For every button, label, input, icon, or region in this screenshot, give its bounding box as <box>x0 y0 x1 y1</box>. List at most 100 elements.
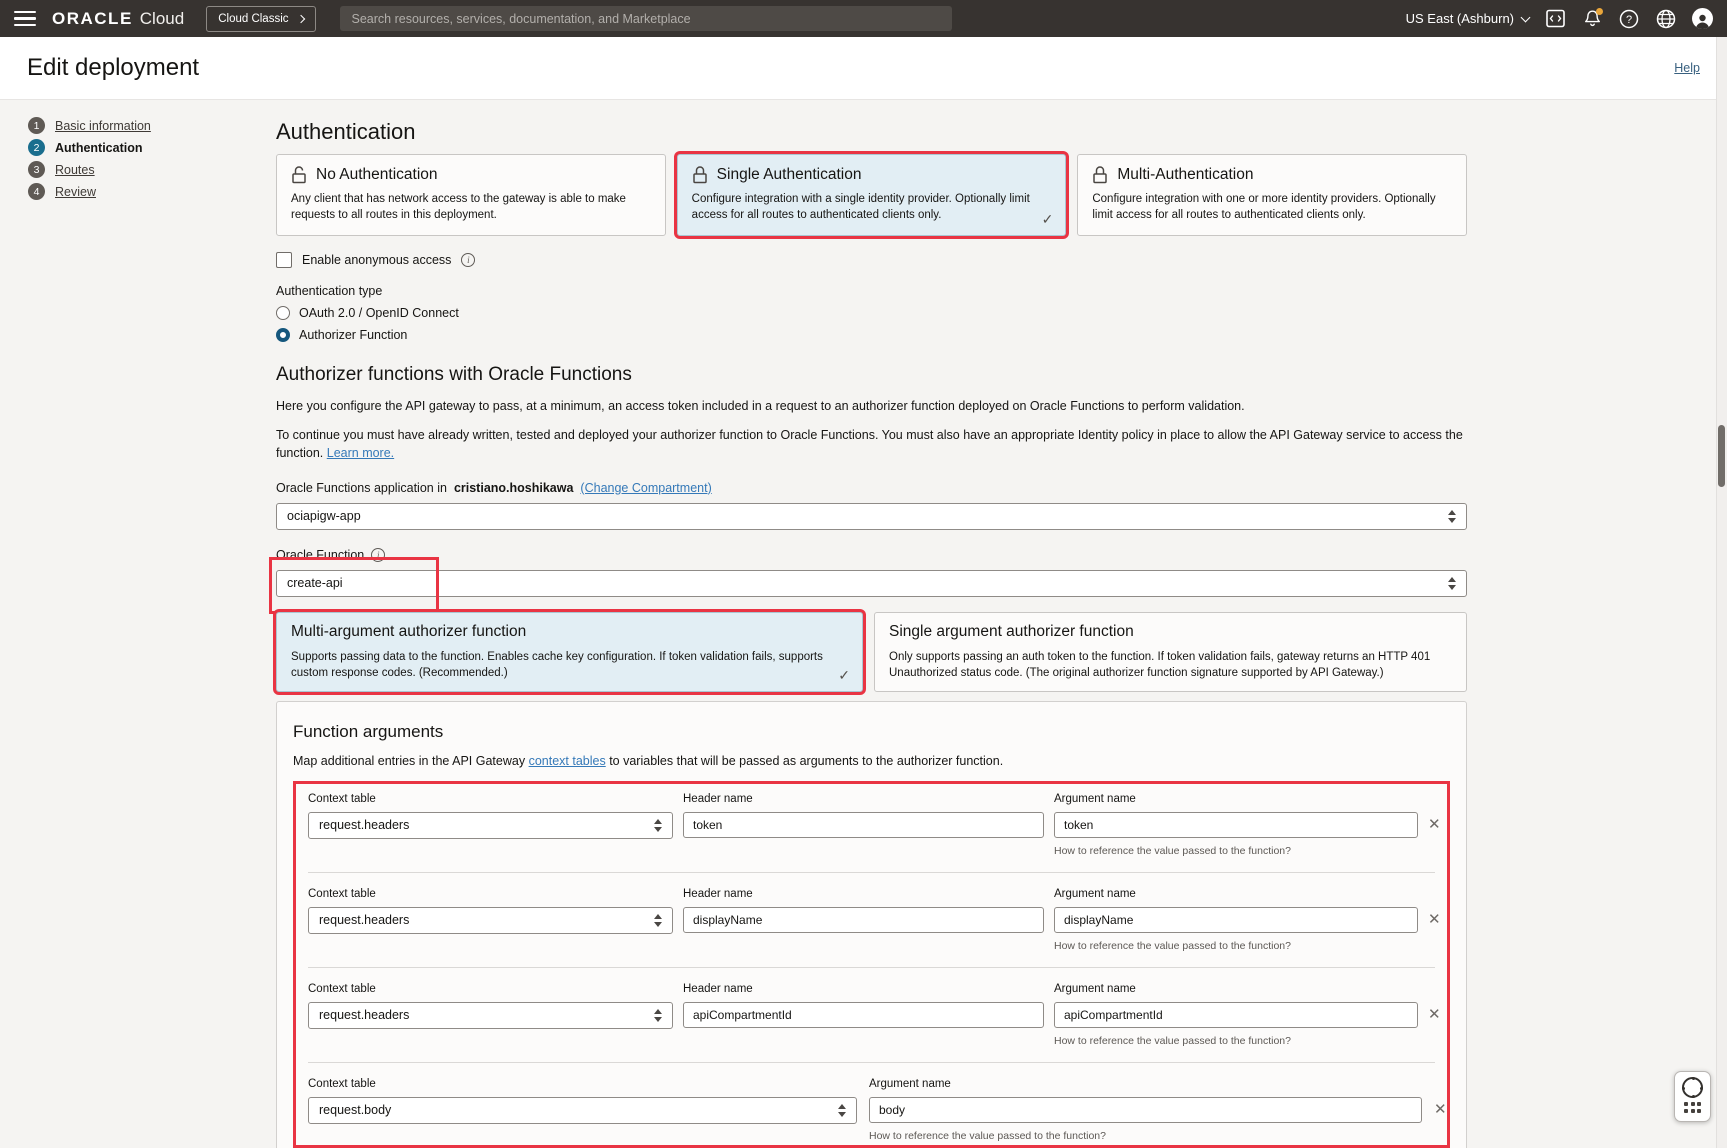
brand-cloud: Cloud <box>140 9 184 29</box>
function-arguments-panel: Function arguments Map additional entrie… <box>276 701 1467 1148</box>
step-routes[interactable]: 3 Routes <box>28 161 151 178</box>
argument-row: Context table request.headers Header nam… <box>308 793 1435 857</box>
step-number: 3 <box>28 161 45 178</box>
learn-more-link[interactable]: Learn more. <box>327 446 394 460</box>
anonymous-access-row: Enable anonymous access i <box>276 252 1467 268</box>
card-description: Only supports passing an auth token to t… <box>889 649 1452 681</box>
card-title: Single Authentication <box>717 166 862 184</box>
help-link[interactable]: Help <box>1674 61 1700 75</box>
context-table-value: request.headers <box>319 1008 654 1022</box>
oracle-function-group: Oracle Function i create-api <box>276 548 1467 597</box>
select-updown-icon <box>654 1009 662 1022</box>
assistant-widget[interactable] <box>1674 1071 1711 1122</box>
hamburger-menu-icon[interactable] <box>14 11 36 27</box>
context-table-select[interactable]: request.headers <box>308 812 673 839</box>
argument-helper-text: How to reference the value passed to the… <box>869 1130 1422 1142</box>
scrollbar-track[interactable] <box>1716 37 1727 1148</box>
brand-oracle: ORACLE <box>52 9 133 29</box>
select-updown-icon <box>654 914 662 927</box>
application-select[interactable]: ociapigw-app <box>276 503 1467 530</box>
paragraph-text: To continue you must have already writte… <box>276 428 1463 460</box>
argument-row-body: Context table request.body Argument name… <box>308 1078 1435 1142</box>
lock-open-icon <box>291 166 307 184</box>
intro-text: to variables that will be passed as argu… <box>609 754 1003 768</box>
step-basic-information[interactable]: 1 Basic information <box>28 117 151 134</box>
radio-selected-icon <box>276 328 290 342</box>
header-name-input[interactable] <box>693 913 1034 927</box>
context-tables-link[interactable]: context tables <box>529 754 606 768</box>
globe-language-icon[interactable] <box>1655 8 1677 30</box>
card-multi-authentication[interactable]: Multi-Authentication Configure integrati… <box>1077 154 1467 236</box>
card-description: Configure integration with a single iden… <box>692 191 1052 223</box>
header-name-input[interactable] <box>693 1008 1034 1022</box>
cloud-classic-button[interactable]: Cloud Classic <box>206 6 315 32</box>
cloud-classic-label: Cloud Classic <box>218 13 288 25</box>
argument-row: Context table request.headers Header nam… <box>308 983 1435 1047</box>
argument-name-input[interactable] <box>1064 913 1408 927</box>
user-avatar-icon[interactable] <box>1692 8 1713 29</box>
radio-oauth[interactable]: OAuth 2.0 / OpenID Connect <box>276 306 1467 320</box>
argument-name-input[interactable] <box>879 1103 1412 1117</box>
remove-argument-icon[interactable]: ✕ <box>1428 1007 1441 1022</box>
card-description: Supports passing data to the function. E… <box>291 649 848 681</box>
main-panel: Authentication No Authentication Any cli… <box>276 100 1467 1148</box>
step-label: Routes <box>55 163 95 177</box>
row-divider <box>308 872 1435 873</box>
context-table-label: Context table <box>308 1078 857 1090</box>
oracle-cloud-logo[interactable]: ORACLE Cloud <box>52 9 184 29</box>
radio-authorizer-function[interactable]: Authorizer Function <box>276 328 1467 342</box>
auth-cards-row: No Authentication Any client that has ne… <box>276 154 1467 236</box>
search-input[interactable] <box>340 6 952 31</box>
step-review[interactable]: 4 Review <box>28 183 151 200</box>
header-name-label: Header name <box>683 888 1044 900</box>
anonymous-access-checkbox[interactable] <box>276 252 292 268</box>
authorizer-heading: Authorizer functions with Oracle Functio… <box>276 364 1467 386</box>
oracle-function-label: Oracle Function <box>276 548 364 562</box>
oracle-cloud-console: ORACLE Cloud Cloud Classic US East (Ashb… <box>0 0 1727 1148</box>
wizard-steps: 1 Basic information 2 Authentication 3 R… <box>28 117 151 200</box>
section-heading-authentication: Authentication <box>276 118 1467 145</box>
context-table-label: Context table <box>308 888 673 900</box>
topbar: ORACLE Cloud Cloud Classic US East (Ashb… <box>0 0 1727 37</box>
step-label: Review <box>55 185 96 199</box>
context-table-select[interactable]: request.headers <box>308 1002 673 1029</box>
card-multi-argument[interactable]: Multi-argument authorizer function Suppo… <box>276 612 863 692</box>
header-name-label: Header name <box>683 793 1044 805</box>
info-icon[interactable]: i <box>371 548 385 562</box>
cloud-shell-icon[interactable] <box>1544 8 1566 30</box>
oracle-function-select-value: create-api <box>287 576 1448 590</box>
authorizer-paragraph-1: Here you configure the API gateway to pa… <box>276 397 1467 415</box>
change-compartment-link[interactable]: (Change Compartment) <box>580 481 711 495</box>
card-single-argument[interactable]: Single argument authorizer function Only… <box>874 612 1467 692</box>
application-select-value: ociapigw-app <box>287 509 1448 523</box>
region-selector[interactable]: US East (Ashburn) <box>1406 11 1529 26</box>
context-table-select[interactable]: request.headers <box>308 907 673 934</box>
remove-argument-icon[interactable]: ✕ <box>1428 912 1441 927</box>
notifications-bell-icon[interactable] <box>1581 8 1603 30</box>
authorizer-mode-row: Multi-argument authorizer function Suppo… <box>276 612 1467 692</box>
radio-label: Authorizer Function <box>299 328 407 342</box>
argument-name-input[interactable] <box>1064 1008 1408 1022</box>
remove-argument-icon[interactable]: ✕ <box>1434 1102 1447 1117</box>
context-table-label: Context table <box>308 983 673 995</box>
authorizer-paragraph-2: To continue you must have already writte… <box>276 426 1467 462</box>
header-name-input[interactable] <box>693 818 1034 832</box>
argument-name-input[interactable] <box>1064 818 1408 832</box>
step-authentication[interactable]: 2 Authentication <box>28 139 151 156</box>
card-no-authentication[interactable]: No Authentication Any client that has ne… <box>276 154 666 236</box>
help-icon[interactable]: ? <box>1618 8 1640 30</box>
chevron-down-icon <box>1521 12 1531 22</box>
card-single-authentication[interactable]: Single Authentication Configure integrat… <box>677 154 1067 236</box>
card-title: Single argument authorizer function <box>889 623 1452 641</box>
select-updown-icon <box>654 819 662 832</box>
lock-closed-icon <box>1092 166 1108 184</box>
remove-argument-icon[interactable]: ✕ <box>1428 817 1441 832</box>
selected-check-icon: ✓ <box>1042 211 1054 228</box>
context-table-select[interactable]: request.body <box>308 1097 857 1124</box>
argument-helper-text: How to reference the value passed to the… <box>1054 845 1418 857</box>
oracle-function-select[interactable]: create-api <box>276 570 1467 597</box>
context-table-value: request.body <box>319 1103 838 1117</box>
scrollbar-thumb[interactable] <box>1718 425 1725 487</box>
argument-helper-text: How to reference the value passed to the… <box>1054 940 1418 952</box>
info-icon[interactable]: i <box>461 253 475 267</box>
